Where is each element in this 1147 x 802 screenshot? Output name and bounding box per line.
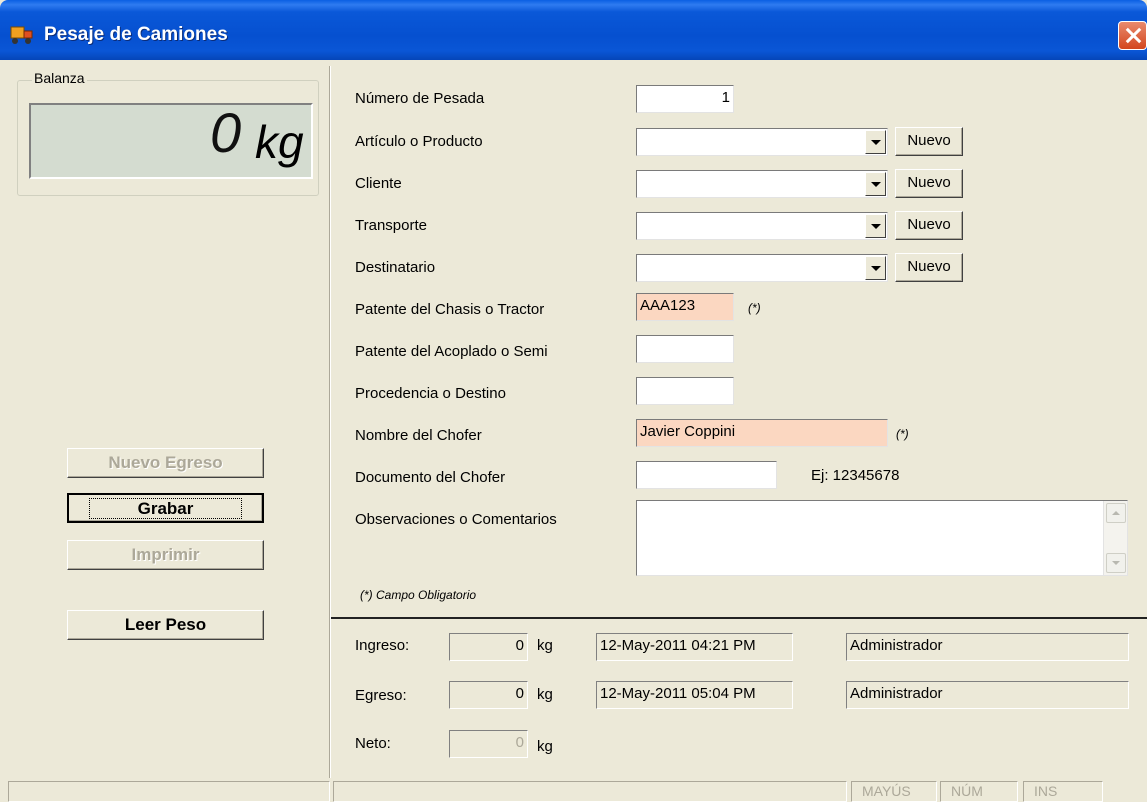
title-bar[interactable]: Pesaje de Camiones bbox=[0, 0, 1147, 60]
scroll-down-icon[interactable] bbox=[1106, 553, 1126, 573]
nombre-chofer-label: Nombre del Chofer bbox=[355, 427, 482, 444]
egreso-usuario-field: Administrador bbox=[846, 681, 1129, 709]
patente-chasis-label: Patente del Chasis o Tractor bbox=[355, 301, 545, 318]
ingreso-fecha-field: 12-May-2011 04:21 PM bbox=[596, 633, 793, 661]
chevron-down-icon[interactable] bbox=[865, 130, 886, 154]
articulo-combo[interactable] bbox=[636, 128, 888, 156]
balanza-label: Balanza bbox=[32, 70, 87, 86]
required-marker: (*) bbox=[896, 427, 909, 441]
egreso-kg-field: 0 bbox=[449, 681, 528, 709]
chevron-down-icon[interactable] bbox=[865, 172, 886, 196]
horizontal-separator bbox=[331, 617, 1147, 619]
patente-acoplado-label: Patente del Acoplado o Semi bbox=[355, 343, 548, 360]
imprimir-button[interactable]: Imprimir bbox=[67, 540, 264, 570]
observaciones-field[interactable] bbox=[636, 500, 1128, 576]
ins-indicator: INS bbox=[1023, 781, 1103, 802]
num-indicator: NÚM bbox=[940, 781, 1018, 802]
procedencia-field[interactable] bbox=[636, 377, 734, 405]
required-marker: (*) bbox=[748, 301, 761, 315]
egreso-unit: kg bbox=[537, 686, 553, 703]
procedencia-label: Procedencia o Destino bbox=[355, 385, 506, 402]
nuevo-destinatario-button[interactable]: Nuevo bbox=[895, 253, 963, 282]
window-title: Pesaje de Camiones bbox=[44, 24, 228, 45]
vertical-separator bbox=[329, 66, 331, 802]
nuevo-transporte-button[interactable]: Nuevo bbox=[895, 211, 963, 240]
grabar-button[interactable]: Grabar bbox=[67, 493, 264, 523]
cliente-combo[interactable] bbox=[636, 170, 888, 198]
nuevo-egreso-button[interactable]: Nuevo Egreso bbox=[67, 448, 264, 478]
close-button[interactable] bbox=[1118, 21, 1147, 50]
ingreso-usuario-field: Administrador bbox=[846, 633, 1129, 661]
required-note: (*) Campo Obligatorio bbox=[360, 588, 477, 602]
destinatario-combo[interactable] bbox=[636, 254, 888, 282]
articulo-label: Artículo o Producto bbox=[355, 133, 483, 150]
transporte-label: Transporte bbox=[355, 217, 427, 234]
nombre-chofer-field[interactable]: Javier Coppini bbox=[636, 419, 888, 447]
documento-chofer-label: Documento del Chofer bbox=[355, 469, 506, 486]
observaciones-label: Observaciones o Comentarios bbox=[355, 511, 557, 528]
mayus-indicator: MAYÚS bbox=[851, 781, 937, 802]
weight-value: 0 bbox=[210, 101, 241, 164]
status-panel-left bbox=[8, 781, 330, 802]
egreso-fecha-field: 12-May-2011 05:04 PM bbox=[596, 681, 793, 709]
patente-acoplado-field[interactable] bbox=[636, 335, 734, 363]
egreso-label: Egreso: bbox=[355, 687, 407, 704]
neto-kg-field: 0 bbox=[449, 730, 528, 758]
grabar-label: Grabar bbox=[88, 498, 243, 519]
memo-scrollbar[interactable] bbox=[1103, 501, 1127, 575]
chevron-down-icon[interactable] bbox=[865, 214, 886, 238]
truck-icon bbox=[10, 26, 33, 44]
destinatario-label: Destinatario bbox=[355, 259, 436, 276]
chevron-down-icon[interactable] bbox=[865, 256, 886, 280]
ingreso-label: Ingreso: bbox=[355, 637, 410, 654]
scroll-up-icon[interactable] bbox=[1106, 503, 1126, 523]
neto-unit: kg bbox=[537, 738, 553, 755]
cliente-label: Cliente bbox=[355, 175, 402, 192]
neto-label: Neto: bbox=[355, 735, 391, 752]
status-panel-main bbox=[333, 781, 847, 802]
ingreso-unit: kg bbox=[537, 637, 553, 654]
nuevo-cliente-button[interactable]: Nuevo bbox=[895, 169, 963, 198]
ingreso-kg-field: 0 bbox=[449, 633, 528, 661]
weight-unit: kg bbox=[255, 116, 304, 168]
nuevo-articulo-button[interactable]: Nuevo bbox=[895, 127, 963, 156]
documento-chofer-field[interactable] bbox=[636, 461, 777, 489]
transporte-combo[interactable] bbox=[636, 212, 888, 240]
patente-chasis-field[interactable]: AAA123 bbox=[636, 293, 734, 321]
status-bar: MAYÚS NÚM INS bbox=[0, 778, 1147, 802]
numero-pesada-field[interactable]: 1 bbox=[636, 85, 734, 113]
numero-pesada-label: Número de Pesada bbox=[355, 90, 485, 107]
leer-peso-button[interactable]: Leer Peso bbox=[67, 610, 264, 640]
documento-hint: Ej: 12345678 bbox=[811, 467, 900, 484]
